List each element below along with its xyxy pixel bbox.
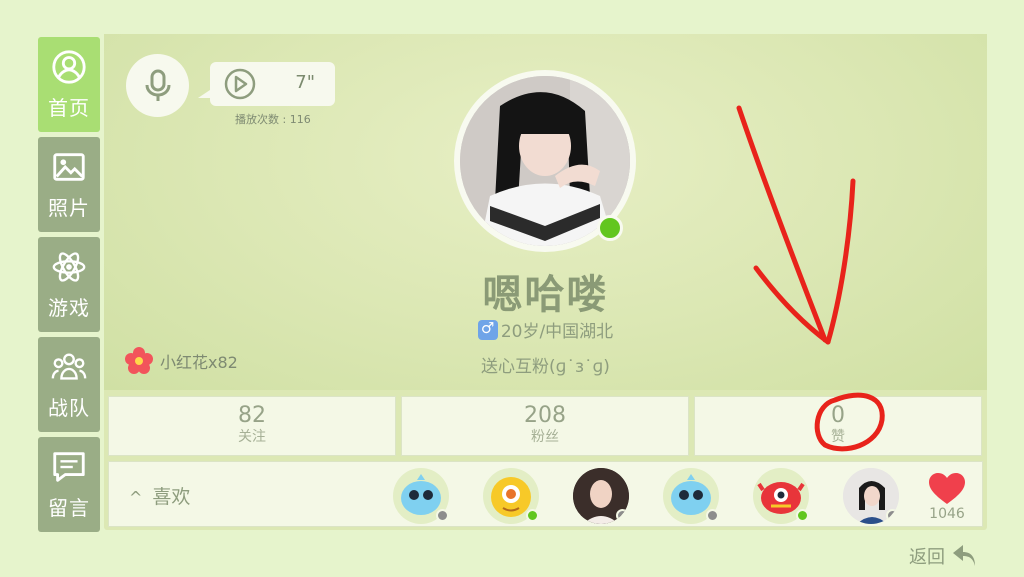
message-icon — [53, 452, 85, 482]
stat-following[interactable]: 82 关注 — [108, 396, 396, 456]
flower-count: 小红花x82 — [160, 353, 238, 372]
liker-avatar[interactable] — [843, 468, 899, 524]
photo-icon — [53, 153, 85, 181]
chevron-up-icon: ^ — [129, 488, 143, 507]
stat-label: 赞 — [831, 429, 845, 445]
voice-intro-player[interactable]: 7" — [198, 62, 335, 106]
back-label: 返回 — [909, 547, 945, 568]
back-arrow-icon — [953, 545, 975, 566]
stat-label: 关注 — [238, 429, 266, 445]
liker-avatar[interactable] — [483, 468, 539, 524]
profile-panel: 7" 播放次数 : 116 嗯哈喽 20岁/中国湖北 送心互 — [104, 34, 987, 530]
sidebar-item-home[interactable]: 首页 — [38, 37, 100, 132]
flower-badge[interactable]: 小红花x82 — [124, 346, 238, 376]
play-icon — [224, 68, 256, 100]
sidebar-item-team[interactable]: 战队 — [38, 337, 100, 432]
offline-status-dot — [706, 509, 719, 522]
flower-icon — [125, 347, 153, 374]
play-count: 播放次数 : 116 — [235, 113, 311, 126]
sidebar-item-label: 游戏 — [48, 296, 90, 320]
voice-record-button[interactable] — [126, 54, 189, 117]
back-button[interactable]: 返回 — [909, 543, 979, 569]
sidebar: 首页 照片 游戏 战队 留言 — [38, 37, 100, 532]
male-icon — [477, 319, 498, 340]
online-status-dot — [796, 509, 809, 522]
likes-toggle[interactable]: ^ 喜欢 — [129, 482, 190, 509]
like-button[interactable]: 1046 — [927, 472, 967, 522]
stats-row: 82 关注 208 粉丝 0 赞 — [108, 396, 983, 456]
stat-label: 粉丝 — [531, 429, 559, 445]
voice-duration: 7" — [295, 72, 315, 93]
age-location: 20岁/中国湖北 — [104, 317, 987, 342]
liker-avatar[interactable] — [663, 468, 719, 524]
offline-status-dot — [616, 509, 629, 522]
offline-status-dot — [886, 509, 899, 522]
liker-avatar[interactable] — [393, 468, 449, 524]
team-icon — [51, 353, 87, 380]
offline-status-dot — [436, 509, 449, 522]
liker-avatar[interactable] — [573, 468, 629, 524]
likes-label: 喜欢 — [152, 486, 191, 508]
stat-value: 82 — [238, 403, 266, 428]
stat-value: 208 — [524, 403, 566, 428]
user-icon — [52, 50, 86, 84]
online-status-dot — [526, 509, 539, 522]
heart-icon — [929, 473, 965, 504]
stat-value: 0 — [831, 403, 845, 428]
heart-count: 1046 — [929, 506, 965, 522]
nickname: 嗯哈喽 — [482, 272, 609, 318]
profile-header: 7" 播放次数 : 116 嗯哈喽 20岁/中国湖北 送心互 — [104, 34, 987, 390]
stat-likes[interactable]: 0 赞 — [694, 396, 982, 456]
sidebar-item-label: 战队 — [48, 396, 90, 420]
sidebar-item-photos[interactable]: 照片 — [38, 137, 100, 232]
atom-icon — [52, 252, 86, 282]
sidebar-item-games[interactable]: 游戏 — [38, 237, 100, 332]
age-location-text: 20岁/中国湖北 — [500, 322, 614, 342]
likes-row[interactable]: ^ 喜欢 1046 — [108, 461, 983, 527]
microphone-icon — [145, 69, 170, 101]
liker-avatar[interactable] — [753, 468, 809, 524]
online-status-dot — [597, 215, 623, 241]
sidebar-item-label: 首页 — [48, 96, 90, 120]
sidebar-item-label: 照片 — [48, 196, 90, 220]
stat-fans[interactable]: 208 粉丝 — [401, 396, 689, 456]
sidebar-item-label: 留言 — [48, 496, 90, 520]
sidebar-item-messages[interactable]: 留言 — [38, 437, 100, 532]
